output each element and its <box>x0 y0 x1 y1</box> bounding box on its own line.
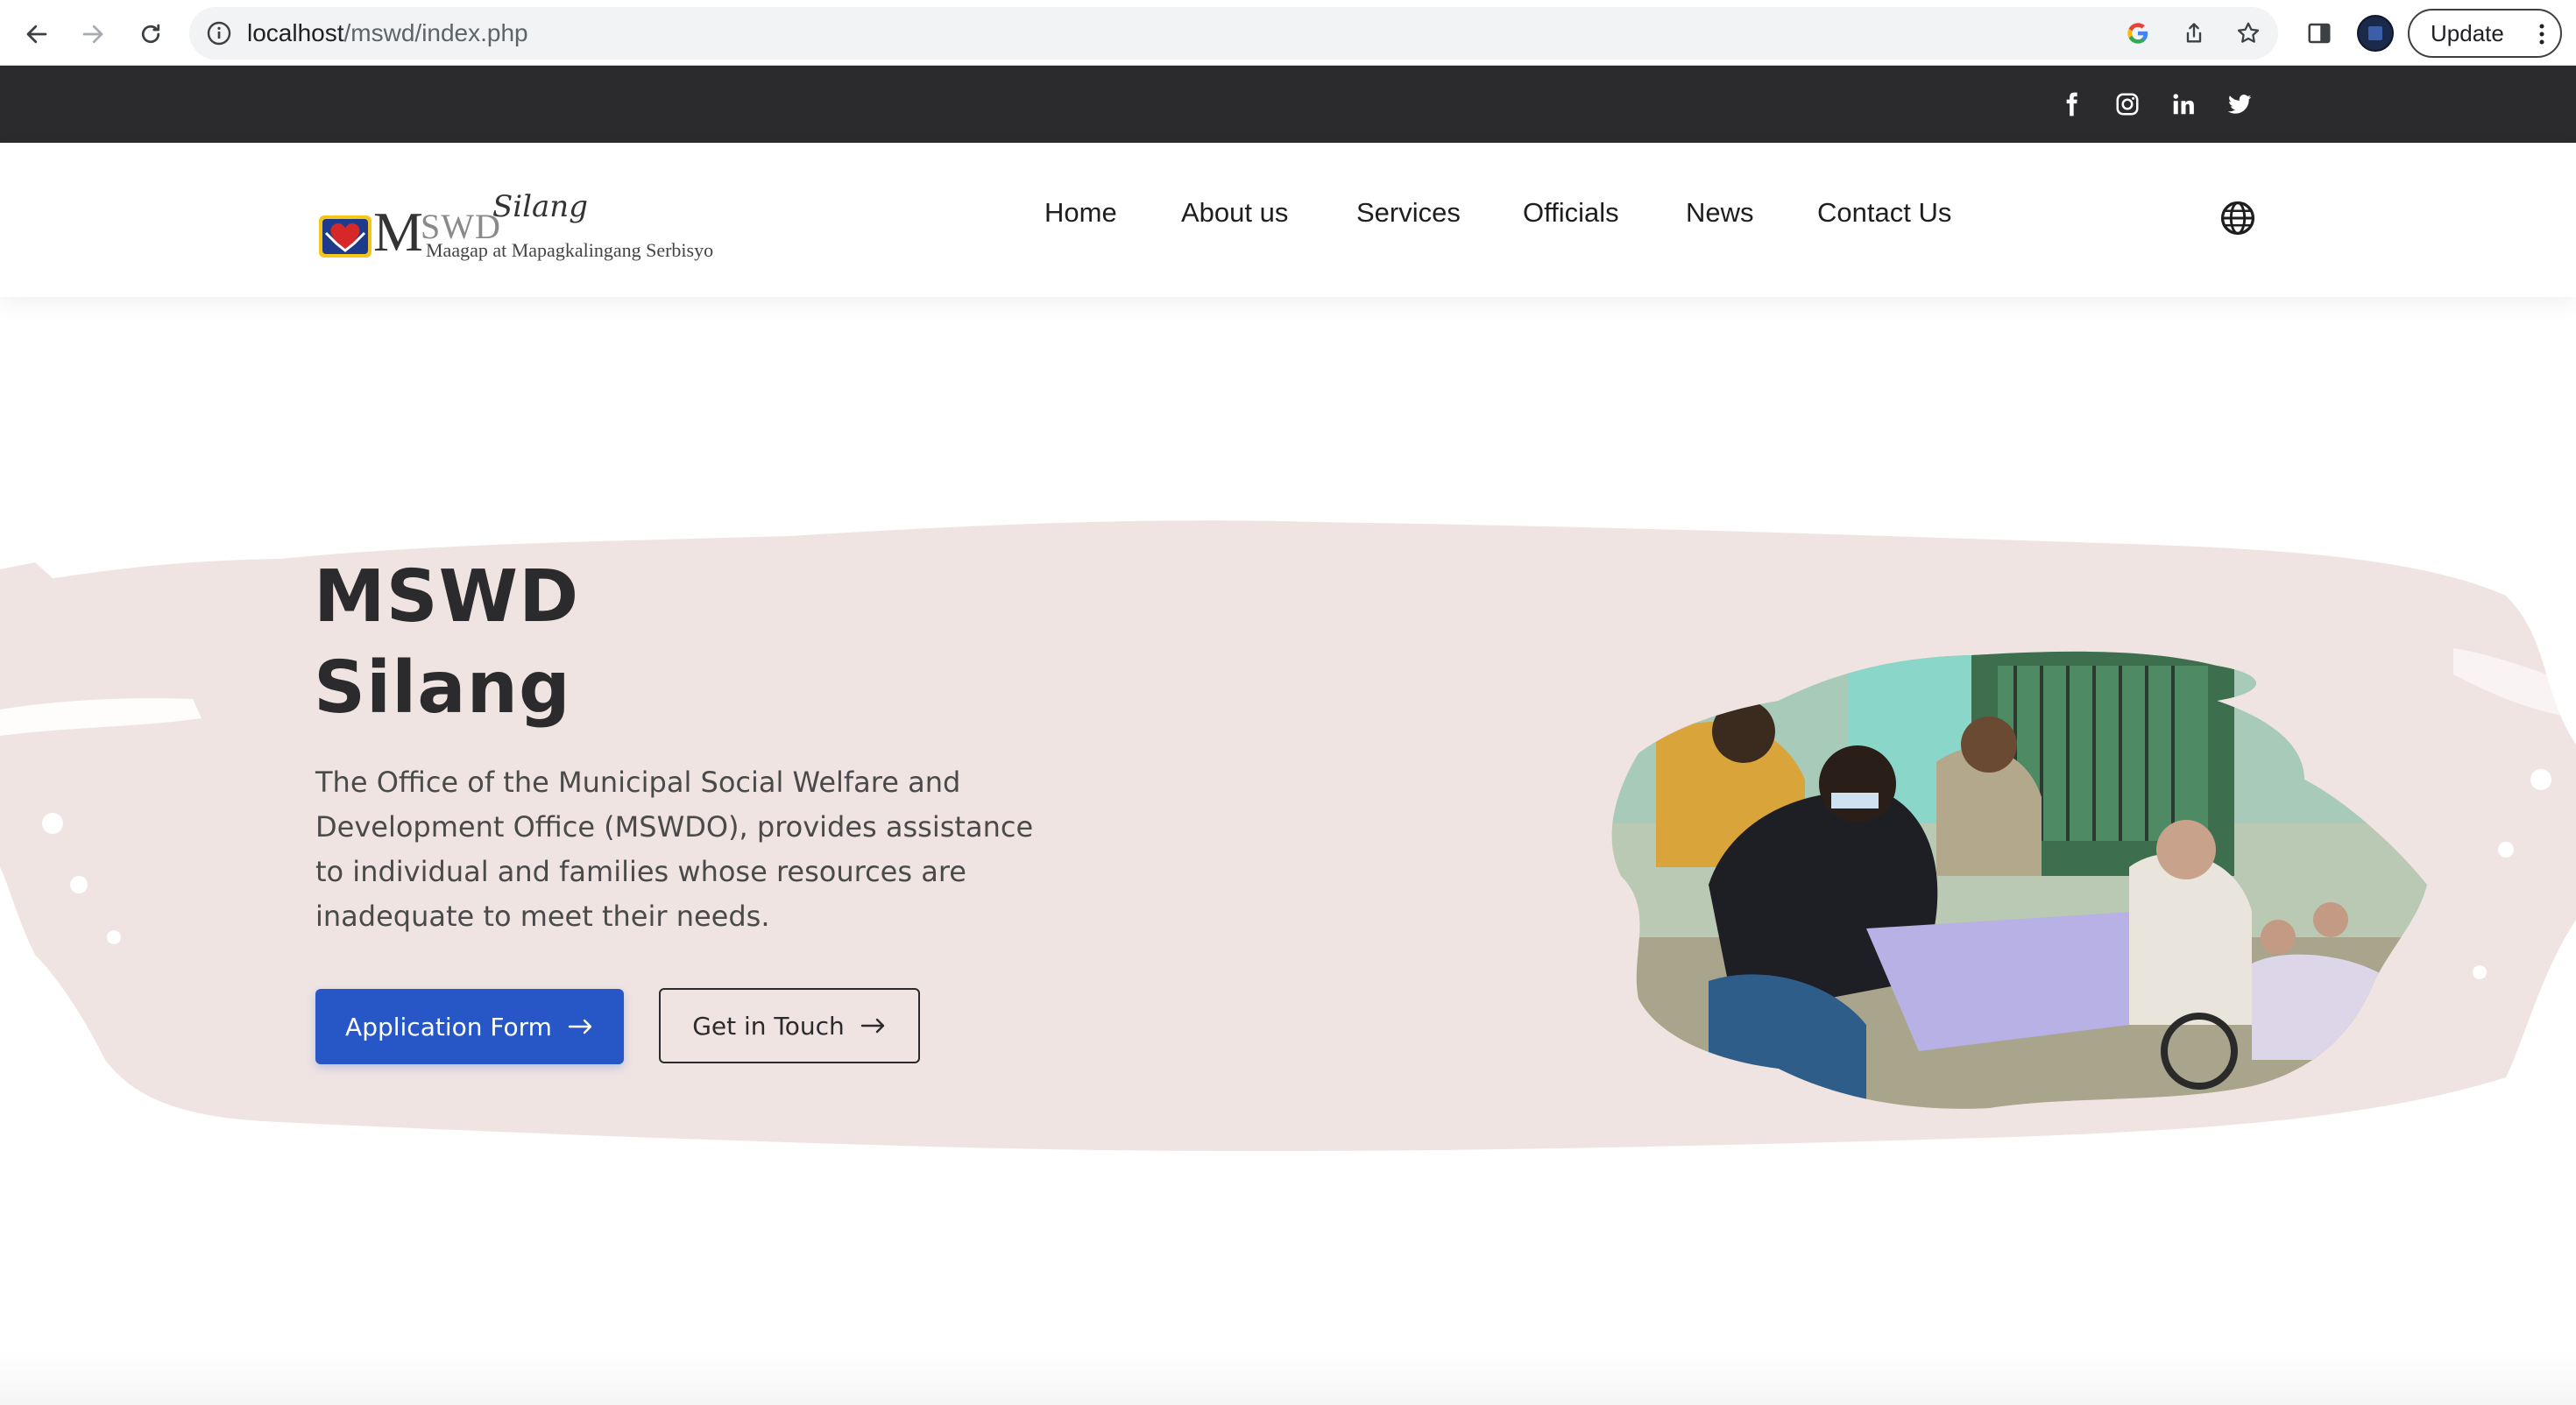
side-panel-icon <box>2308 23 2331 44</box>
globe-icon[interactable] <box>2219 199 2257 237</box>
address-bar[interactable]: localhost/mswd/index.php <box>189 7 2278 60</box>
instagram-icon <box>2116 93 2139 116</box>
nav-news[interactable]: News <box>1686 197 1754 229</box>
hero-title-line1: MSWD <box>314 555 580 639</box>
hero-photo <box>1611 651 2428 1109</box>
logo-m: M <box>373 201 423 263</box>
url-path: /mswd/index.php <box>343 19 528 46</box>
site-header: M SWD Silang Maagap at Mapagkalingang Se… <box>0 143 2576 297</box>
nav-officials[interactable]: Officials <box>1523 197 1619 229</box>
facebook-link[interactable] <box>2054 87 2089 122</box>
twitter-link[interactable] <box>2222 87 2257 122</box>
google-icon <box>2127 23 2148 44</box>
facebook-icon <box>2066 92 2077 116</box>
back-arrow-icon <box>26 25 47 44</box>
dswd-emblem-icon <box>319 215 372 258</box>
nav-home[interactable]: Home <box>1044 197 1117 229</box>
get-in-touch-button[interactable]: Get in Touch <box>659 988 920 1063</box>
update-label: Update <box>2431 19 2504 46</box>
site-info-icon[interactable] <box>205 19 233 47</box>
twitter-icon <box>2227 95 2252 114</box>
site-logo[interactable]: M SWD Silang Maagap at Mapagkalingang Se… <box>317 167 713 272</box>
url-text[interactable]: localhost/mswd/index.php <box>247 7 528 60</box>
url-host: localhost <box>247 19 344 46</box>
star-icon <box>2237 22 2260 43</box>
forward-button[interactable] <box>72 13 114 55</box>
section-divider <box>0 1349 2576 1405</box>
hero-title-line2: Silang <box>314 646 571 730</box>
bookmark-button[interactable] <box>2231 16 2266 51</box>
update-button[interactable]: Update <box>2408 9 2562 58</box>
logo-tagline: Maagap at Mapagkalingang Serbisyo <box>426 239 714 261</box>
profile-avatar[interactable] <box>2357 15 2394 52</box>
share-button[interactable] <box>2176 16 2212 51</box>
forward-arrow-icon <box>82 25 103 44</box>
share-icon <box>2186 23 2202 43</box>
nav-contact-us[interactable]: Contact Us <box>1817 197 1951 229</box>
instagram-link[interactable] <box>2110 87 2145 122</box>
linkedin-link[interactable] <box>2166 87 2201 122</box>
browser-toolbar: localhost/mswd/index.php Update <box>0 0 2576 66</box>
hero-description: The Office of the Municipal Social Welfa… <box>315 766 1034 933</box>
more-vertical-icon <box>2539 24 2544 45</box>
arrow-right-icon <box>568 1019 592 1034</box>
get-in-touch-label: Get in Touch <box>692 1011 845 1041</box>
social-topbar <box>0 66 2576 143</box>
nav-about-us[interactable]: About us <box>1181 197 1288 229</box>
back-button[interactable] <box>16 13 58 55</box>
arrow-right-icon <box>860 1018 884 1034</box>
reload-button[interactable] <box>130 13 172 55</box>
hero-title: MSWD Silang <box>314 552 579 734</box>
google-translate-button[interactable] <box>2120 16 2155 51</box>
logo-silang: Silang <box>492 189 588 224</box>
application-form-label: Application Form <box>345 1012 552 1041</box>
reload-icon <box>141 24 160 44</box>
side-panel-button[interactable] <box>2300 14 2339 53</box>
linkedin-icon <box>2173 94 2194 115</box>
application-form-button[interactable]: Application Form <box>315 989 624 1064</box>
nav-services[interactable]: Services <box>1356 197 1461 229</box>
